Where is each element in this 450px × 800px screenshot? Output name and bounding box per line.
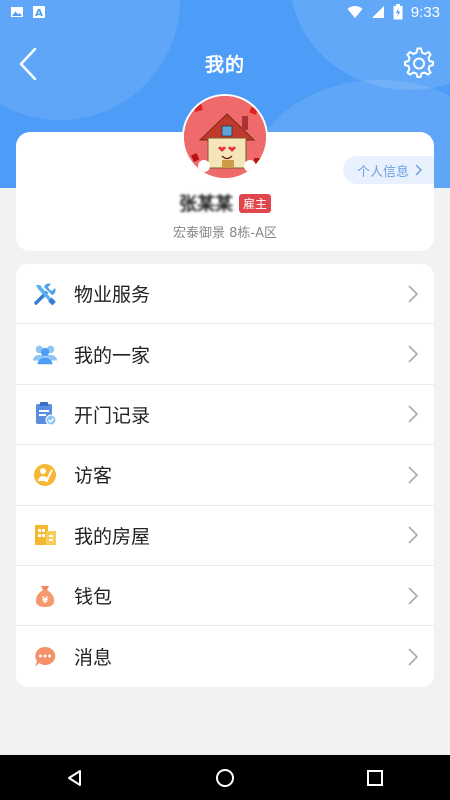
user-address: 宏泰御景 8栋-A区	[173, 226, 277, 241]
nav-back-button[interactable]	[45, 755, 105, 800]
family-icon	[32, 341, 58, 367]
menu-item-label: 钱包	[74, 586, 113, 609]
title-bar: 我的	[0, 38, 450, 88]
menu-item-my-family[interactable]: 我的一家	[16, 324, 434, 385]
nav-recents-button[interactable]	[345, 755, 405, 800]
menu-item-label: 我的房屋	[74, 525, 151, 548]
page-title: 我的	[204, 53, 245, 76]
system-nav-bar	[0, 755, 450, 800]
building-icon	[32, 522, 58, 548]
chevron-right-icon	[408, 587, 419, 605]
menu-item-label: 访客	[74, 465, 113, 488]
square-recents-icon	[367, 769, 383, 786]
status-bar: A 9:33	[0, 0, 450, 24]
wallet-icon: ¥	[32, 583, 58, 609]
menu-item-door-record[interactable]: 开门记录	[16, 385, 434, 446]
image-notification-icon	[11, 7, 23, 17]
menu-item-label: 物业服务	[74, 284, 151, 307]
message-icon	[32, 644, 58, 670]
settings-button[interactable]	[400, 44, 438, 82]
triangle-back-icon	[68, 769, 81, 786]
avatar[interactable]	[182, 94, 268, 180]
personal-info-label: 个人信息	[356, 164, 409, 180]
menu-item-label: 消息	[74, 647, 113, 670]
menu-item-label: 我的一家	[74, 344, 151, 367]
menu-list: 物业服务 我的一家 开门记录 访客 我的房屋 ¥ 钱包 消息	[16, 264, 434, 687]
record-icon	[32, 401, 58, 427]
chevron-right-icon	[408, 466, 419, 484]
back-chevron-icon	[19, 47, 37, 81]
menu-item-property-service[interactable]: 物业服务	[16, 264, 434, 325]
chevron-right-icon	[408, 405, 419, 424]
menu-item-my-house[interactable]: 我的房屋	[16, 506, 434, 566]
signal-icon	[371, 6, 384, 18]
menu-item-label: 开门记录	[74, 404, 151, 427]
a-notification-icon: A	[33, 6, 45, 19]
chevron-right-icon	[415, 164, 422, 176]
chevron-right-icon	[408, 285, 419, 303]
tools-icon	[32, 281, 58, 307]
chevron-right-icon	[408, 526, 419, 544]
clock: 9:33	[410, 3, 440, 21]
menu-item-visitor[interactable]: 访客	[16, 445, 434, 506]
role-badge: 雇主	[238, 193, 271, 213]
personal-info-button[interactable]: 个人信息	[342, 156, 434, 184]
user-name: 张某某	[178, 194, 233, 215]
svg-text:A: A	[35, 8, 43, 19]
battery-icon	[393, 4, 403, 20]
house-avatar-icon	[184, 96, 266, 178]
name-row: 张某某 雇主	[16, 190, 434, 216]
chevron-right-icon	[408, 345, 419, 363]
chevron-right-icon	[408, 647, 419, 666]
gear-icon	[404, 47, 434, 78]
menu-item-message[interactable]: 消息	[16, 626, 434, 686]
visitor-icon	[32, 462, 58, 488]
wifi-icon	[347, 6, 363, 19]
circle-home-icon	[216, 768, 234, 787]
svg-text:¥: ¥	[42, 596, 49, 606]
menu-item-wallet[interactable]: ¥ 钱包	[16, 566, 434, 627]
nav-home-button[interactable]	[195, 755, 255, 800]
back-button[interactable]	[8, 42, 48, 86]
